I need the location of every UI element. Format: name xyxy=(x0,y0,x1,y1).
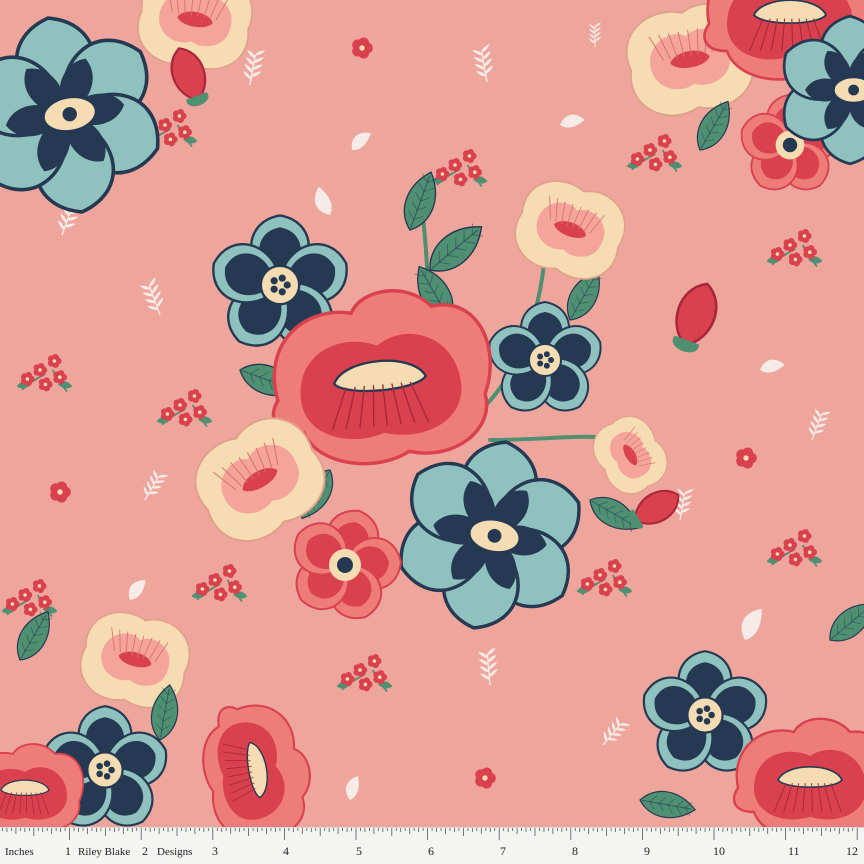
white-petal xyxy=(345,776,359,800)
flower-bud xyxy=(672,282,718,353)
ruler-number-6: 6 xyxy=(428,844,434,858)
ruler-number-4: 4 xyxy=(283,844,289,858)
ruler-number-12: 12 xyxy=(846,844,858,858)
white-petal xyxy=(351,132,371,151)
small-flower-cluster xyxy=(576,558,633,598)
cream-peach-flower xyxy=(514,180,626,280)
cream-peach-flower xyxy=(592,415,668,495)
ruler-number-9: 9 xyxy=(644,844,650,858)
red-poppy xyxy=(0,743,84,827)
ruler-number-7: 7 xyxy=(500,844,506,858)
white-petal xyxy=(128,580,146,600)
brand-designs: Designs xyxy=(157,846,193,858)
small-flower-cluster xyxy=(766,228,823,268)
ruler-number-8: 8 xyxy=(572,844,578,858)
white-petal xyxy=(560,114,585,128)
white-sprig xyxy=(139,277,164,316)
white-sprig xyxy=(808,408,831,441)
small-flower-cluster xyxy=(336,653,393,693)
white-sprig xyxy=(602,716,631,746)
fabric-swatch: Inches 1 Riley Blake 2 Designs 3 4 5 6 7… xyxy=(0,0,864,864)
teal-anemone xyxy=(399,440,581,630)
small-flower-cluster xyxy=(156,388,213,428)
ruler-unit-label: Inches xyxy=(5,846,34,858)
red-poppy xyxy=(202,704,311,827)
tiny-blossom xyxy=(352,37,373,59)
floral-print xyxy=(0,0,864,827)
ruler-number-2: 2 xyxy=(142,844,148,858)
measurement-ruler: Inches 1 Riley Blake 2 Designs 3 4 5 6 7… xyxy=(0,827,864,864)
small-flower-cluster xyxy=(16,353,73,393)
small-flower-cluster xyxy=(431,148,488,188)
ruler-number-3: 3 xyxy=(212,844,218,858)
ruler-number-1: 1 xyxy=(65,844,71,858)
tiny-blossom xyxy=(736,447,757,469)
navy-pansy xyxy=(488,300,602,412)
ruler-number-11: 11 xyxy=(788,844,800,858)
cream-peach-flower xyxy=(79,611,191,709)
small-flower-cluster xyxy=(626,133,683,173)
small-flower-cluster xyxy=(1,578,58,618)
brand-name: Riley Blake xyxy=(78,846,131,858)
white-sprig xyxy=(243,49,266,86)
small-flower-cluster xyxy=(191,563,248,603)
white-sprig xyxy=(589,22,601,47)
ruler-number-5: 5 xyxy=(356,844,362,858)
tiny-blossom xyxy=(475,767,496,789)
white-sprig xyxy=(472,44,494,83)
ruler-number-10: 10 xyxy=(713,844,725,858)
small-flower-cluster xyxy=(766,528,823,568)
red-poppy xyxy=(732,717,864,827)
white-petal xyxy=(760,359,785,373)
tiny-blossom xyxy=(50,481,71,503)
white-sprig xyxy=(143,469,169,501)
white-petal xyxy=(314,186,332,215)
white-petal xyxy=(741,608,762,640)
leaf xyxy=(829,603,864,642)
leaf xyxy=(639,790,697,819)
white-sprig xyxy=(478,647,498,686)
